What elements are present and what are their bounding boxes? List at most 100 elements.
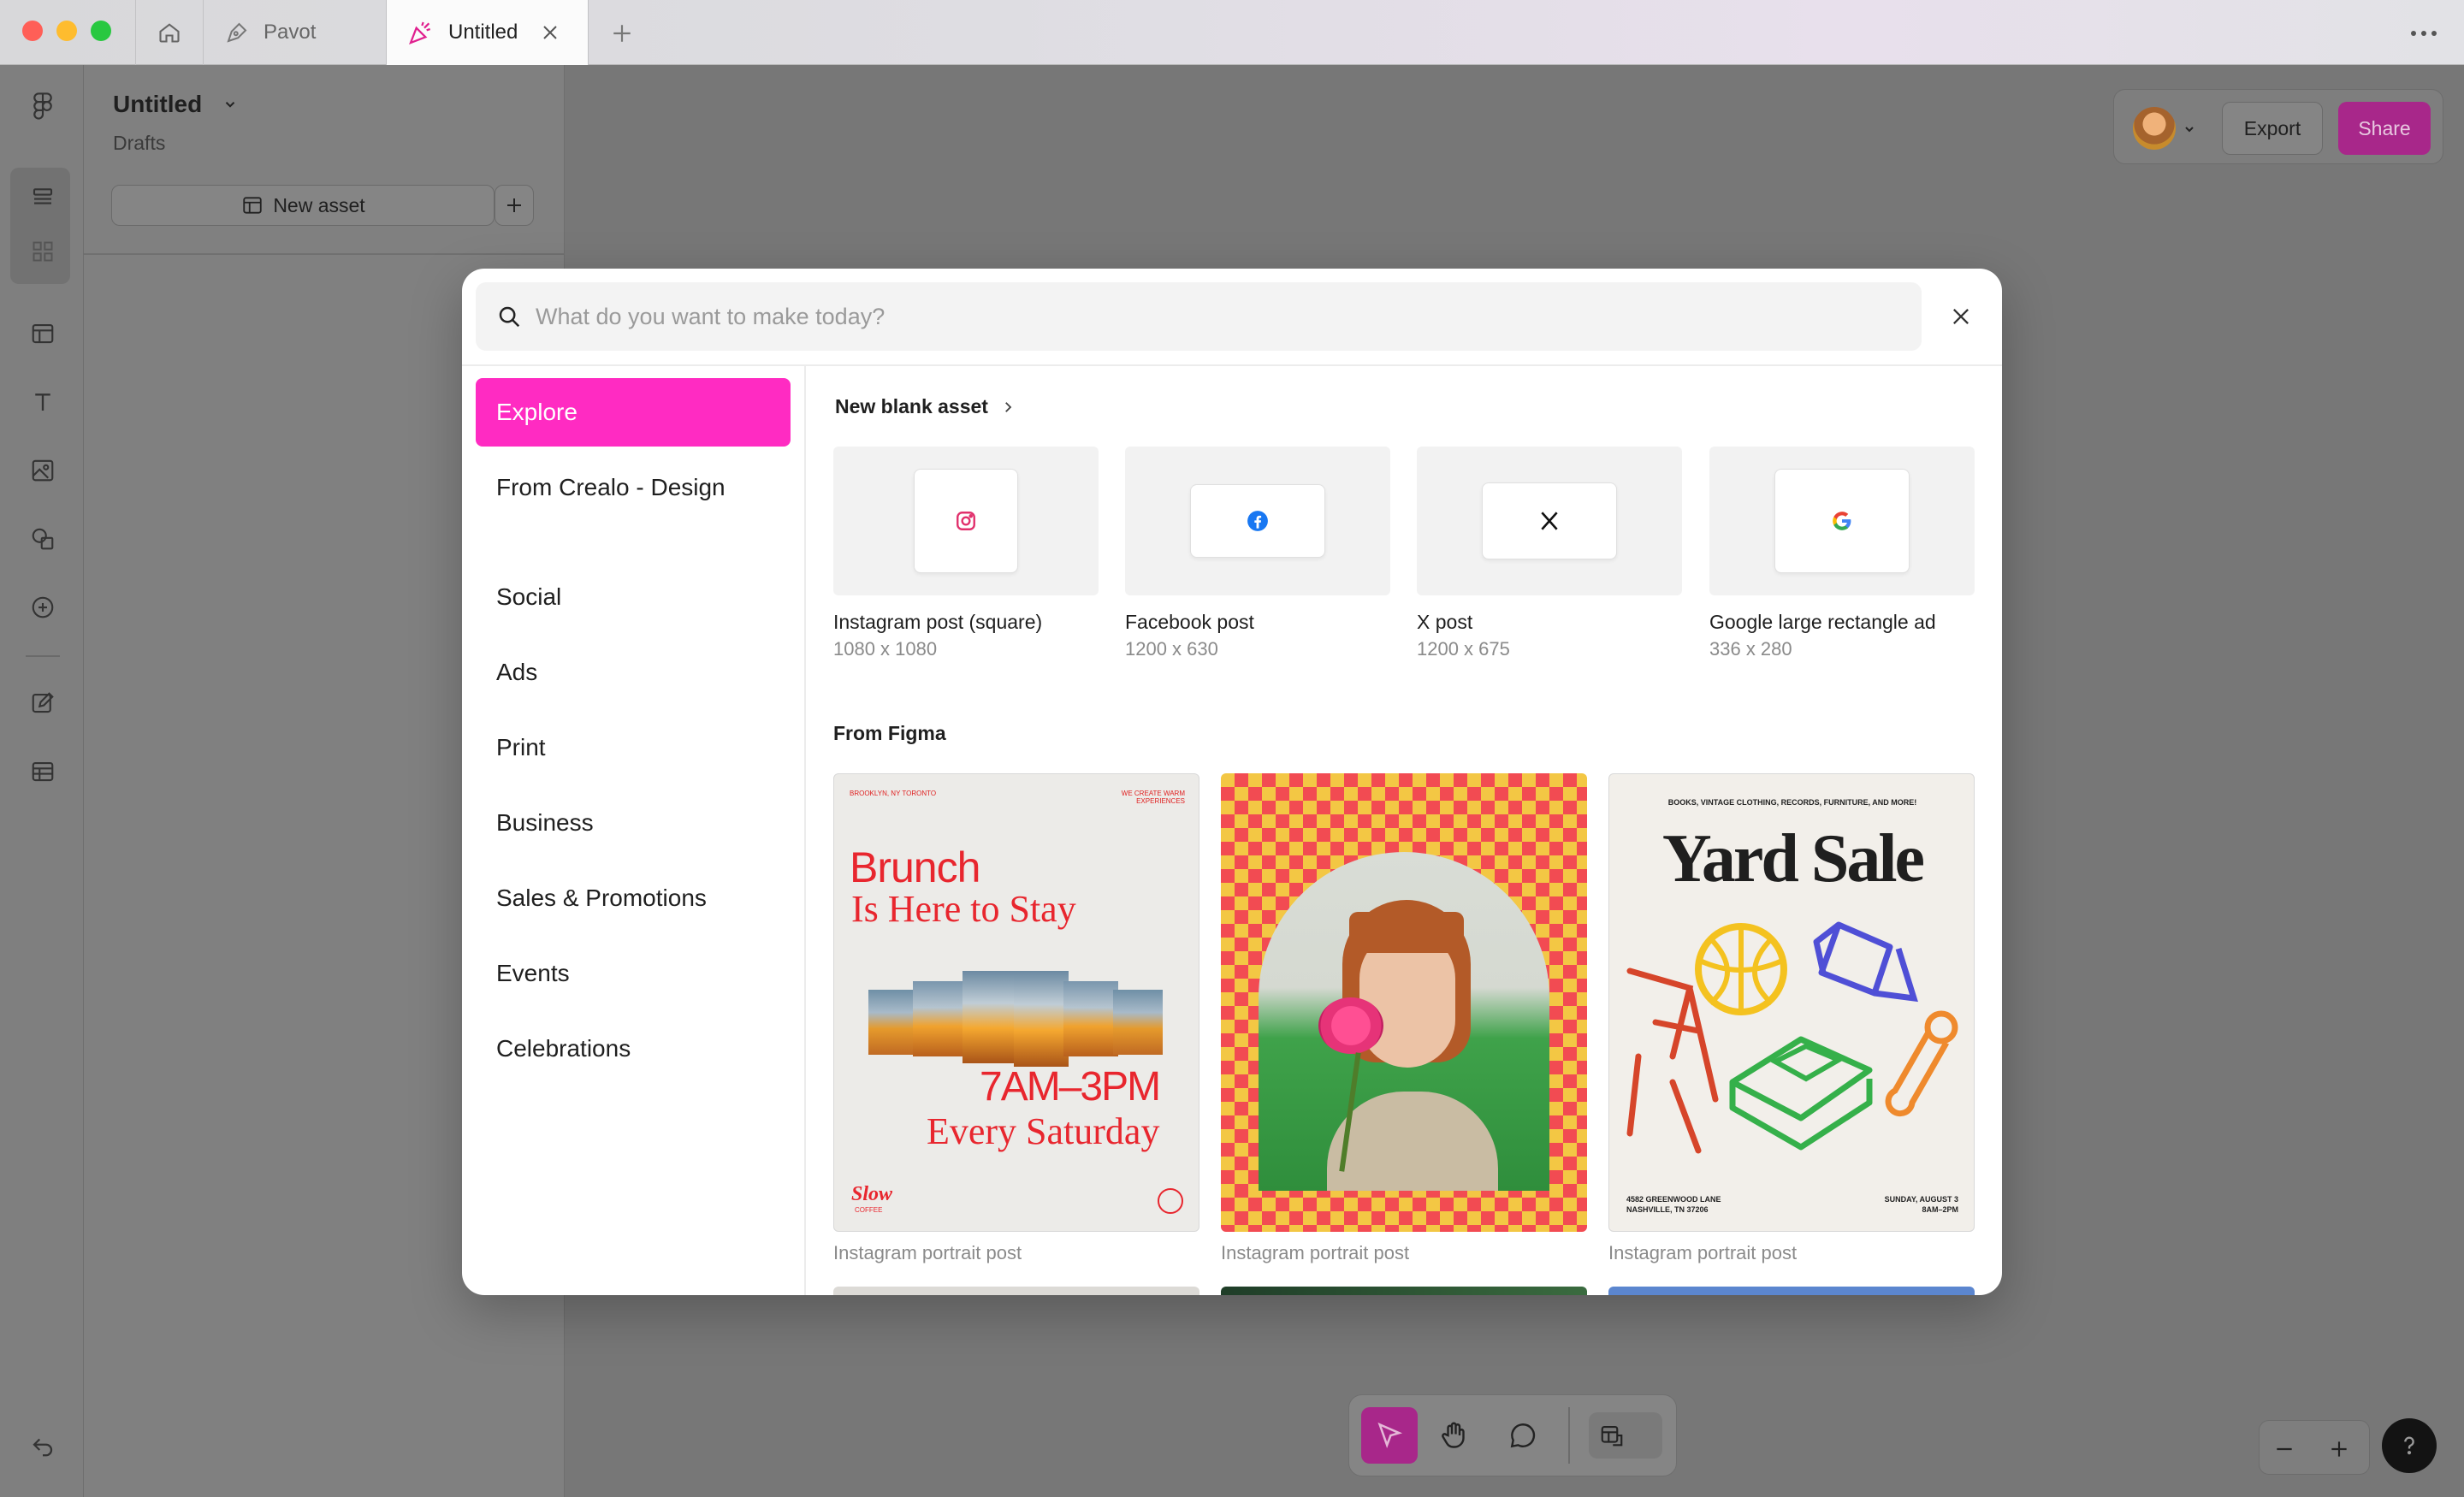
avatar[interactable] [2133,107,2176,150]
blank-google-ad-card[interactable] [1709,447,1975,595]
create-asset-dialog: Explore From Crealo - Design Social Ads … [462,269,2002,1295]
tab-label: Untitled [448,21,518,44]
template-card-yard-sale[interactable]: BOOKS, VINTAGE CLOTHING, RECORDS, FURNIT… [1608,773,1975,1232]
hand-tool-button[interactable] [1433,1414,1476,1457]
poster-time: 8AM–2PM [1922,1205,1958,1214]
nav-social[interactable]: Social [476,563,791,631]
zoom-window-button[interactable] [91,21,111,41]
poster-small-text: BROOKLYN, NY TORONTO [850,790,937,797]
poster-headline: Yard Sale [1661,821,1925,896]
nav-celebrations[interactable]: Celebrations [476,1015,791,1083]
move-tool-button[interactable] [1361,1407,1418,1464]
home-tab[interactable] [135,0,204,65]
bottom-toolbar [1348,1394,1677,1476]
template-card-partial[interactable] [1221,1287,1587,1295]
card-name: Google large rectangle ad [1709,611,1936,633]
frame-icon [32,323,54,344]
file-location: Drafts [113,132,166,154]
template-card-portrait[interactable] [1221,773,1587,1232]
text-tool-button[interactable] [22,382,63,423]
poster-time: 7AM–3PM [980,1064,1161,1109]
chevron-down-icon[interactable] [2183,122,2196,136]
yard-sale-illustration [1626,921,1958,1154]
poster-brand-sub: COFFEE [855,1206,883,1214]
redo-button[interactable] [22,1494,63,1497]
file-title[interactable]: Untitled [113,91,238,118]
template-card-partial[interactable] [1608,1287,1975,1295]
edit-button[interactable] [22,683,63,724]
new-tab-button[interactable] [607,19,637,48]
new-blank-asset-link[interactable]: New blank asset [835,395,1016,418]
export-button[interactable]: Export [2222,102,2323,155]
nav-from-crealo-design[interactable]: From Crealo - Design [476,453,791,522]
x-preview [1482,482,1617,559]
plus-icon [613,25,631,42]
close-tab-icon[interactable] [540,22,560,43]
blank-instagram-post-card[interactable] [833,447,1099,595]
nav-business[interactable]: Business [476,789,791,857]
template-card-brunch[interactable]: BROOKLYN, NY TORONTO WE CREATE WARM EXPE… [833,773,1199,1232]
blank-facebook-post-card[interactable] [1125,447,1390,595]
section-title: New blank asset [835,395,988,417]
google-preview [1774,469,1910,573]
poster-small-text: WE CREATE WARM EXPERIENCES [1121,790,1185,805]
shape-tool-button[interactable] [22,518,63,559]
edit-icon [32,692,54,713]
close-dialog-button[interactable] [1939,294,1983,339]
zoom-out-button[interactable] [2270,1435,2299,1464]
nav-explore[interactable]: Explore [476,378,791,447]
tab-untitled[interactable]: Untitled [387,0,589,65]
nav-ads[interactable]: Ads [476,638,791,707]
layers-view-button[interactable] [22,176,63,217]
portrait-photo [1259,852,1549,1191]
text-icon [35,393,50,411]
facebook-icon [1247,511,1268,531]
more-options-button[interactable] [2404,19,2443,48]
instagram-icon [957,512,975,530]
help-button[interactable] [2382,1418,2437,1473]
nav-events[interactable]: Events [476,939,791,1008]
undo-button[interactable] [22,1425,63,1466]
toolbar-divider [1568,1407,1570,1464]
add-asset-button[interactable] [495,185,534,226]
image-tool-button[interactable] [22,450,63,491]
flower-shape [1318,997,1383,1054]
comment-tool-button[interactable] [1502,1414,1544,1457]
pen-tool-icon [227,22,247,43]
minimize-window-button[interactable] [56,21,77,41]
share-button[interactable]: Share [2338,102,2431,155]
dialog-divider [462,364,2002,366]
template-caption: Instagram portrait post [1221,1242,1410,1263]
close-window-button[interactable] [22,21,43,41]
blank-x-post-card[interactable] [1417,447,1682,595]
grid-icon [33,241,53,262]
bangs-shape [1349,912,1464,953]
zoom-in-button[interactable] [2325,1435,2354,1464]
add-button[interactable] [22,587,63,628]
poster-stamp-icon [1158,1188,1183,1214]
card-name: Facebook post [1125,611,1254,633]
search-input[interactable] [536,303,1819,330]
assets-view-button[interactable] [22,231,63,272]
tab-pavot[interactable]: Pavot [204,0,387,65]
nav-print[interactable]: Print [476,713,791,782]
nav-sales-promotions[interactable]: Sales & Promotions [476,864,791,932]
layers-icon [33,188,53,204]
layout-tool-button[interactable] [1589,1412,1662,1459]
chevron-right-icon [1005,401,1012,412]
hand-icon [1442,1422,1465,1448]
new-asset-button[interactable]: New asset [111,185,495,226]
tab-label: Pavot [264,21,317,44]
figma-menu-button[interactable] [22,86,63,127]
title-bar: Pavot Untitled [0,0,2464,65]
poster-day: Every Saturday [927,1110,1160,1152]
table-button[interactable] [22,751,63,792]
close-icon [1953,309,1969,324]
chevron-down-icon [226,102,235,108]
search-icon [499,306,520,328]
card-size: 1200 x 675 [1417,638,1510,660]
frame-tool-button[interactable] [22,313,63,354]
undo-icon [33,1438,53,1457]
google-icon [1833,512,1851,530]
template-card-partial[interactable] [833,1287,1199,1295]
